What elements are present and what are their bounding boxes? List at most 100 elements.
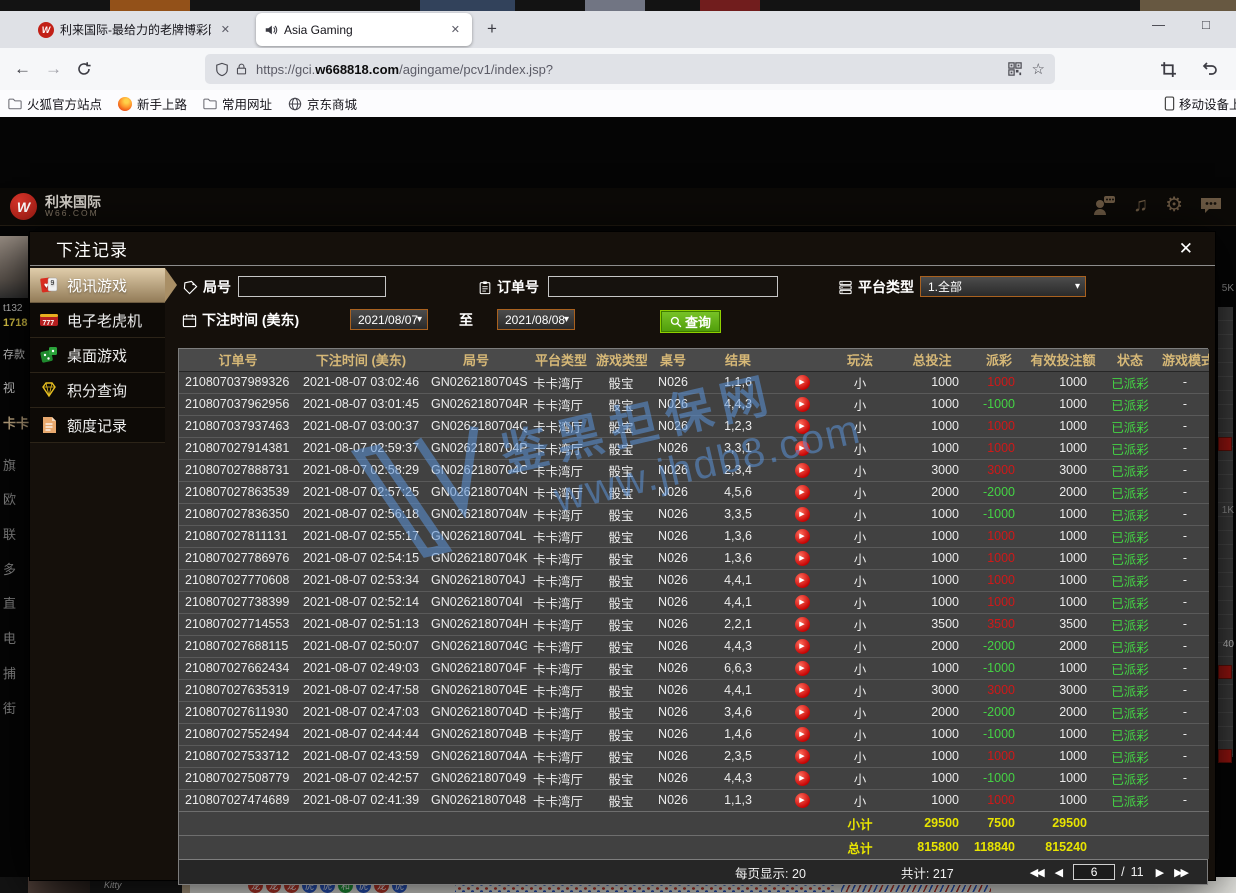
- replay-play-icon[interactable]: ▶: [795, 727, 810, 742]
- cell-total-bet: 1000: [893, 437, 971, 459]
- deposit-fragment: 存款: [3, 346, 25, 362]
- bookmark-jd[interactable]: 京东商城: [288, 94, 357, 113]
- cell-table: N026: [647, 789, 699, 811]
- replay-play-icon[interactable]: ▶: [795, 661, 810, 676]
- modal-title-bar: 下注记录: [30, 232, 1215, 266]
- music-icon[interactable]: ♫: [1133, 194, 1148, 216]
- cell-time: 2021-08-07 02:58:29: [297, 459, 425, 481]
- next-page-button[interactable]: ▶: [1156, 866, 1162, 879]
- replay-play-icon[interactable]: ▶: [795, 551, 810, 566]
- tab-asia-gaming[interactable]: Asia Gaming ✕: [256, 13, 472, 46]
- screenshot-crop-icon[interactable]: [1160, 61, 1177, 78]
- table-row: 2108070379374632021-08-07 03:00:37GN0262…: [179, 415, 1209, 437]
- tab-close-icon[interactable]: ✕: [447, 21, 464, 38]
- replay-play-icon[interactable]: ▶: [795, 419, 810, 434]
- replay-play-icon[interactable]: ▶: [795, 441, 810, 456]
- cell-order: 210807027811131: [179, 525, 297, 547]
- bookmark-firefox-official[interactable]: 火狐官方站点: [8, 94, 102, 113]
- first-page-button[interactable]: ◀◀: [1030, 866, 1043, 879]
- replay-play-icon[interactable]: ▶: [795, 639, 810, 654]
- bookmark-mobile-devices[interactable]: 移动设备上的书签: [1164, 94, 1236, 113]
- undo-arrow-icon[interactable]: [1200, 61, 1218, 77]
- back-button[interactable]: ←: [14, 59, 31, 79]
- cell-method: 小: [827, 723, 893, 745]
- screen: W 利来国际-最给力的老牌博彩网站 ✕ Asia Gaming ✕ + — □ …: [0, 0, 1236, 893]
- cell-game-mode: -: [1161, 437, 1209, 459]
- tab-close-icon[interactable]: ✕: [217, 21, 234, 38]
- subtotal-bet: 29500: [893, 811, 971, 835]
- lock-icon[interactable]: [235, 62, 248, 76]
- date-to-select[interactable]: 2021/08/08: [497, 309, 575, 330]
- cell-game-type: 骰宝: [595, 393, 647, 415]
- url-bar[interactable]: https://gci.w668818.com/agingame/pcv1/in…: [205, 54, 1055, 84]
- new-tab-button[interactable]: +: [487, 19, 497, 39]
- cell-platform: 卡卡湾厅: [527, 767, 595, 789]
- order-number-input[interactable]: [548, 276, 778, 297]
- cell-valid-bet: 1000: [1027, 723, 1099, 745]
- sidebar-item-credit-records[interactable]: 额度记录: [30, 408, 165, 443]
- sidebar-item-table-games[interactable]: 桌面游戏: [30, 338, 165, 373]
- cell-valid-bet: 1000: [1027, 437, 1099, 459]
- replay-play-icon[interactable]: ▶: [795, 705, 810, 720]
- forward-button[interactable]: →: [45, 59, 62, 79]
- window-minimize-button[interactable]: —: [1152, 17, 1165, 32]
- last-page-button[interactable]: ▶▶: [1174, 866, 1187, 879]
- replay-play-icon[interactable]: ▶: [795, 463, 810, 478]
- col-platform: 平台类型: [527, 349, 595, 371]
- bookmark-common-sites[interactable]: 常用网址: [203, 94, 272, 113]
- cell-replay: ▶: [777, 745, 827, 767]
- cell-platform: 卡卡湾厅: [527, 657, 595, 679]
- cell-result: 1,1,6: [699, 371, 777, 393]
- cell-game-mode: -: [1161, 635, 1209, 657]
- replay-play-icon[interactable]: ▶: [795, 397, 810, 412]
- prev-page-button[interactable]: ◀: [1055, 866, 1061, 879]
- settings-gear-icon[interactable]: ⚙: [1165, 194, 1183, 216]
- cell-platform: 卡卡湾厅: [527, 503, 595, 525]
- replay-play-icon[interactable]: ▶: [795, 485, 810, 500]
- window-maximize-button[interactable]: □: [1202, 17, 1210, 32]
- replay-play-icon[interactable]: ▶: [795, 507, 810, 522]
- replay-play-icon[interactable]: ▶: [795, 573, 810, 588]
- modal-close-icon[interactable]: ✕: [1179, 239, 1193, 259]
- cell-replay: ▶: [777, 635, 827, 657]
- col-game-type: 游戏类型: [595, 349, 647, 371]
- subtotal-valid: 29500: [1027, 811, 1099, 835]
- reload-button[interactable]: [76, 61, 92, 77]
- bookmark-getting-started[interactable]: 新手上路: [118, 94, 187, 113]
- cell-platform: 卡卡湾厅: [527, 415, 595, 437]
- page-number-input[interactable]: [1073, 864, 1115, 880]
- qr-code-icon[interactable]: [1008, 62, 1022, 76]
- sidebar-item-live-games[interactable]: ♥9 视讯游戏: [30, 268, 165, 303]
- cell-method: 小: [827, 503, 893, 525]
- records-table-block: 订单号 下注时间 (美东) 局号 平台类型 游戏类型 桌号 结果 玩法 总: [178, 348, 1208, 885]
- red-tile-fragment: [1218, 749, 1232, 763]
- cell-game-mode: -: [1161, 459, 1209, 481]
- replay-play-icon[interactable]: ▶: [795, 375, 810, 390]
- cell-payout: 1000: [971, 591, 1027, 613]
- cell-table: N026: [647, 723, 699, 745]
- round-number-input[interactable]: [238, 276, 386, 297]
- cell-status: 已派彩: [1099, 525, 1161, 547]
- sidebar-item-points[interactable]: 积分查询: [30, 373, 165, 408]
- chat-bubble-icon[interactable]: [1200, 196, 1222, 214]
- cell-order: 210807027714553: [179, 613, 297, 635]
- sidebar-item-slots[interactable]: 777 电子老虎机: [30, 303, 165, 338]
- tab-lilai[interactable]: W 利来国际-最给力的老牌博彩网站 ✕: [30, 13, 242, 46]
- customer-support-icon[interactable]: [1092, 195, 1116, 215]
- bookmark-star-icon[interactable]: ☆: [1032, 60, 1045, 78]
- replay-play-icon[interactable]: ▶: [795, 595, 810, 610]
- cell-platform: 卡卡湾厅: [527, 635, 595, 657]
- replay-play-icon[interactable]: ▶: [795, 749, 810, 764]
- date-from-select[interactable]: 2021/08/07: [350, 309, 428, 330]
- cell-method: 小: [827, 525, 893, 547]
- replay-play-icon[interactable]: ▶: [795, 683, 810, 698]
- cell-result: 2,3,5: [699, 745, 777, 767]
- platform-type-select[interactable]: 1.全部: [920, 276, 1086, 297]
- replay-play-icon[interactable]: ▶: [795, 771, 810, 786]
- replay-play-icon[interactable]: ▶: [795, 617, 810, 632]
- speaker-icon[interactable]: [264, 23, 278, 37]
- shield-icon[interactable]: [215, 62, 229, 77]
- replay-play-icon[interactable]: ▶: [795, 529, 810, 544]
- search-button[interactable]: 查询: [660, 310, 721, 333]
- replay-play-icon[interactable]: ▶: [795, 793, 810, 808]
